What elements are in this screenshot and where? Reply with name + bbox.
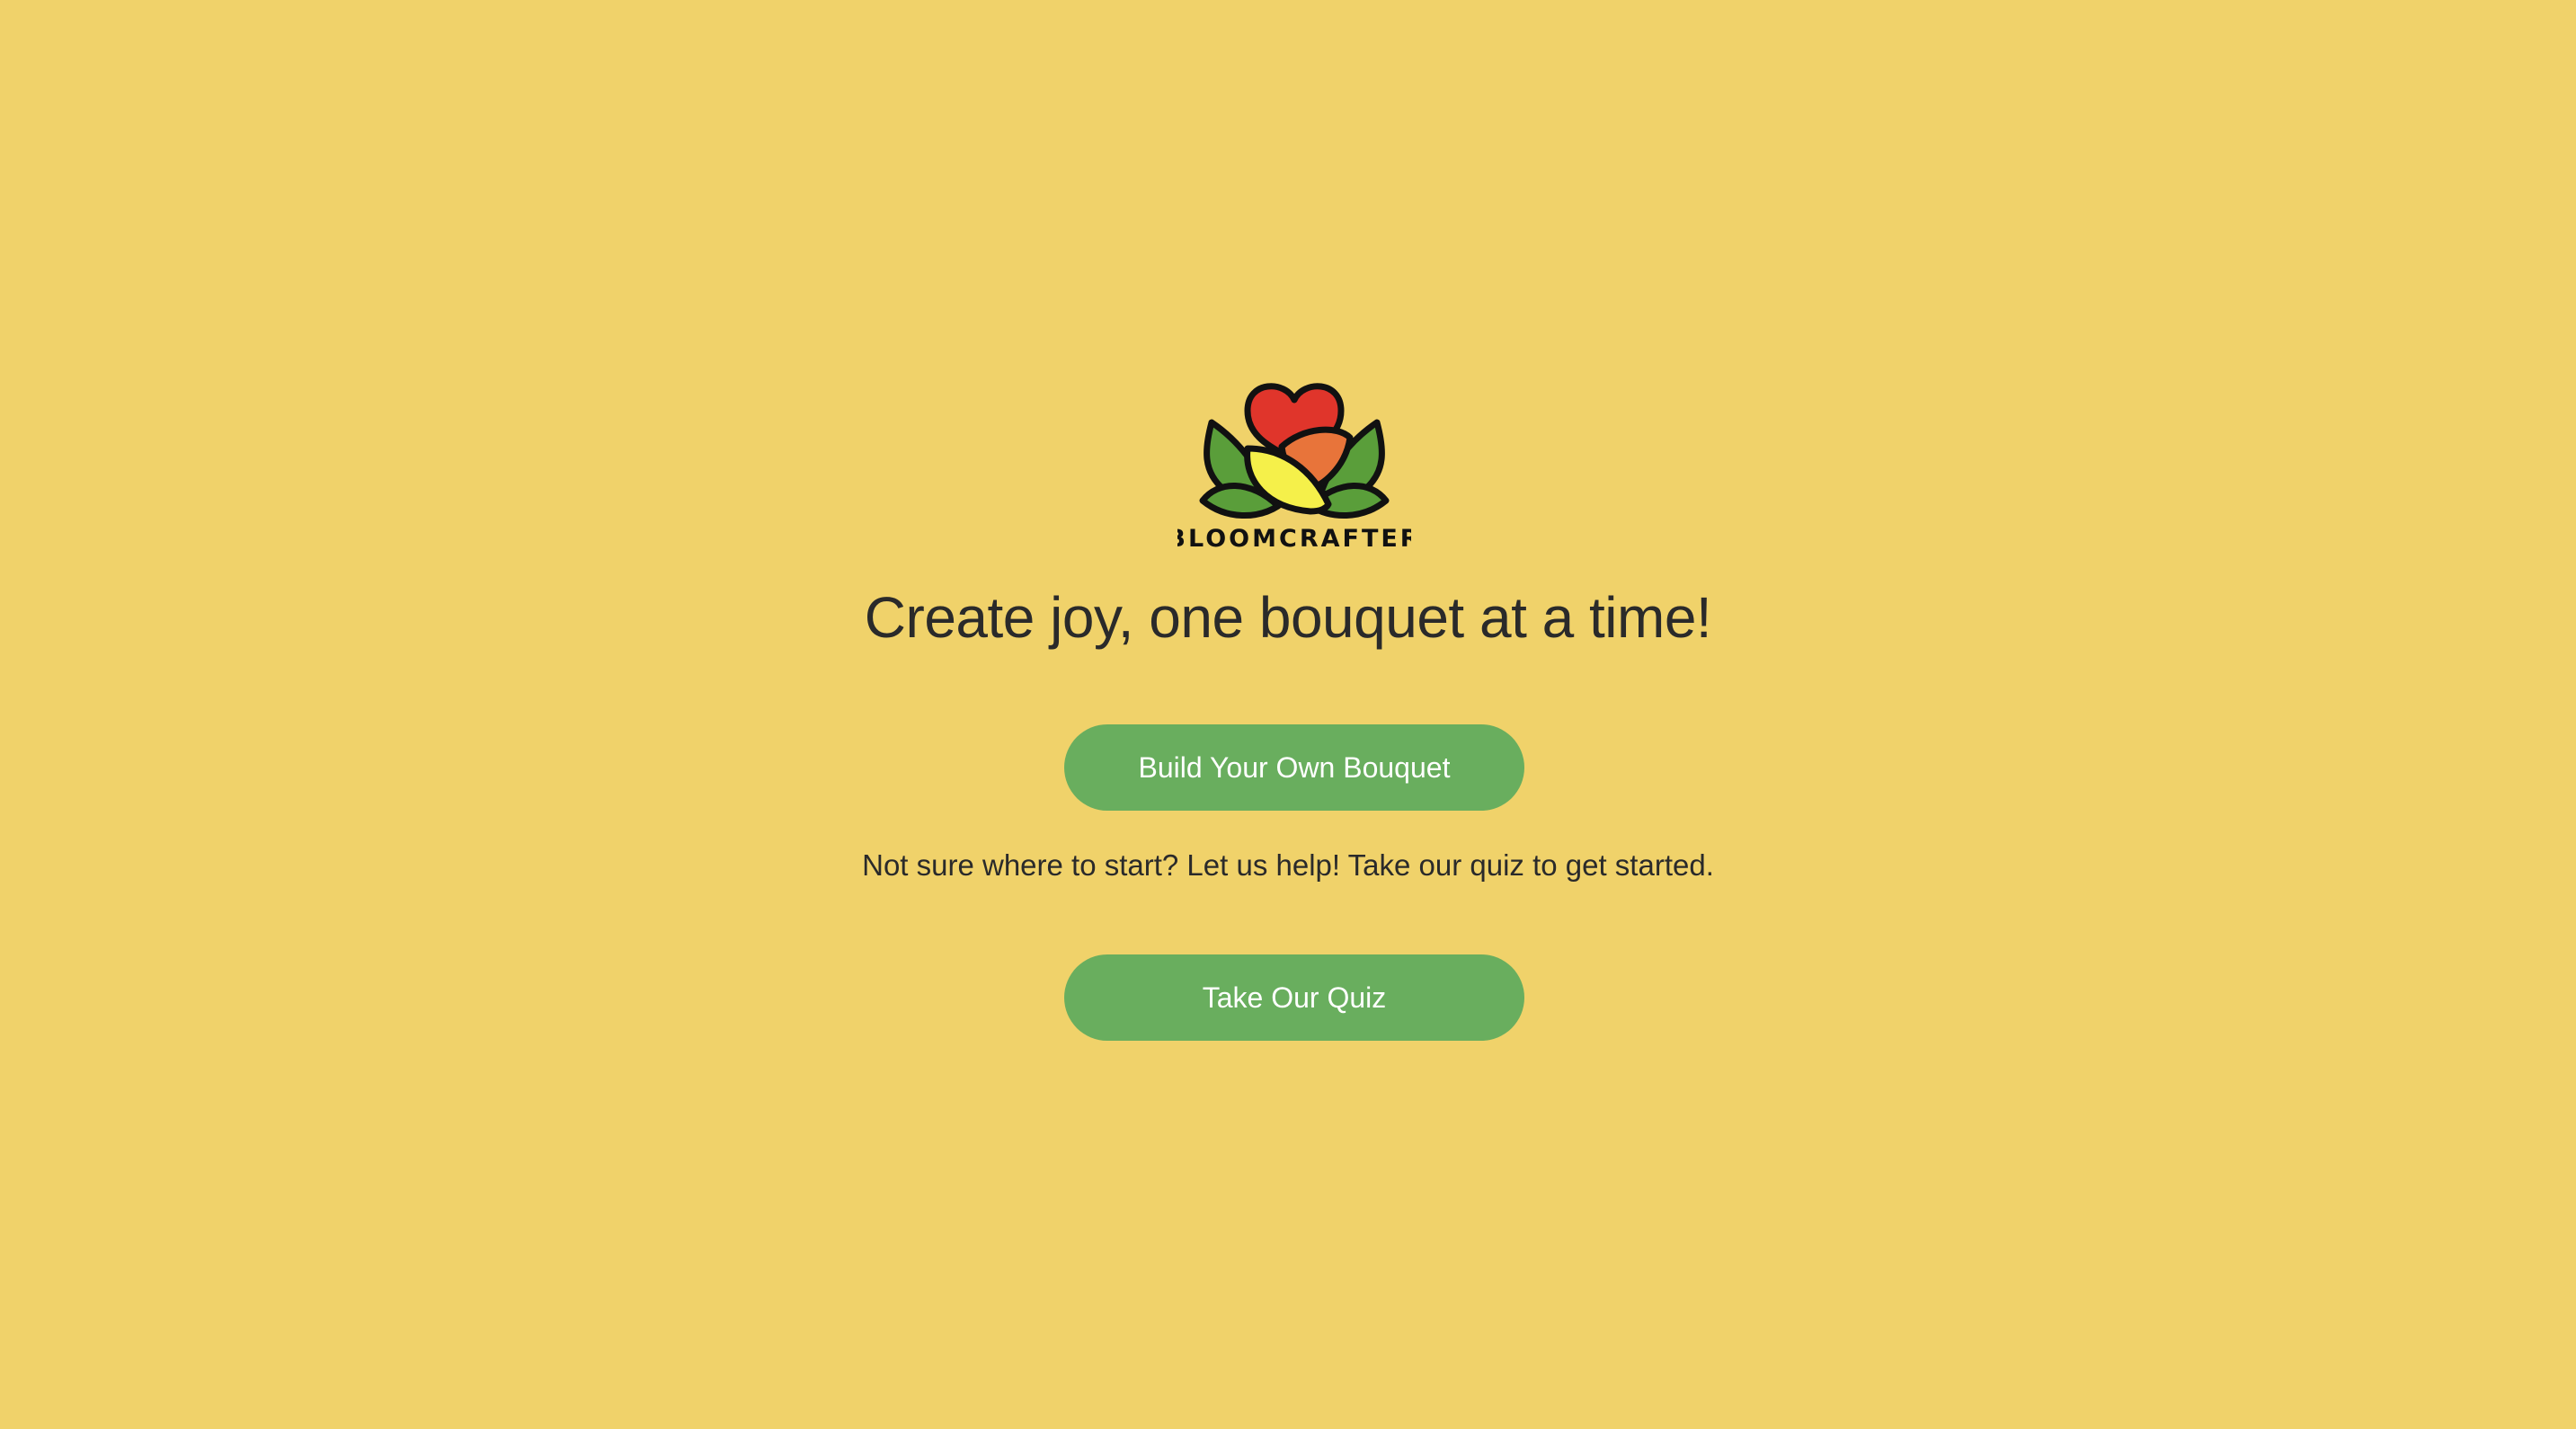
landing-page: BLOOMCRAFTER Create joy, one bouquet at … xyxy=(0,0,2576,1429)
page-title: Create joy, one bouquet at a time! xyxy=(864,585,1712,650)
flower-logo-icon: BLOOMCRAFTER xyxy=(1177,383,1411,553)
quiz-helper-text: Not sure where to start? Let us help! Ta… xyxy=(862,848,1714,882)
bloomcrafter-logo[interactable]: BLOOMCRAFTER xyxy=(1177,373,1411,553)
build-bouquet-button[interactable]: Build Your Own Bouquet xyxy=(1064,724,1524,811)
brand-wordmark: BLOOMCRAFTER xyxy=(1177,525,1411,553)
take-quiz-button[interactable]: Take Our Quiz xyxy=(1064,954,1524,1041)
